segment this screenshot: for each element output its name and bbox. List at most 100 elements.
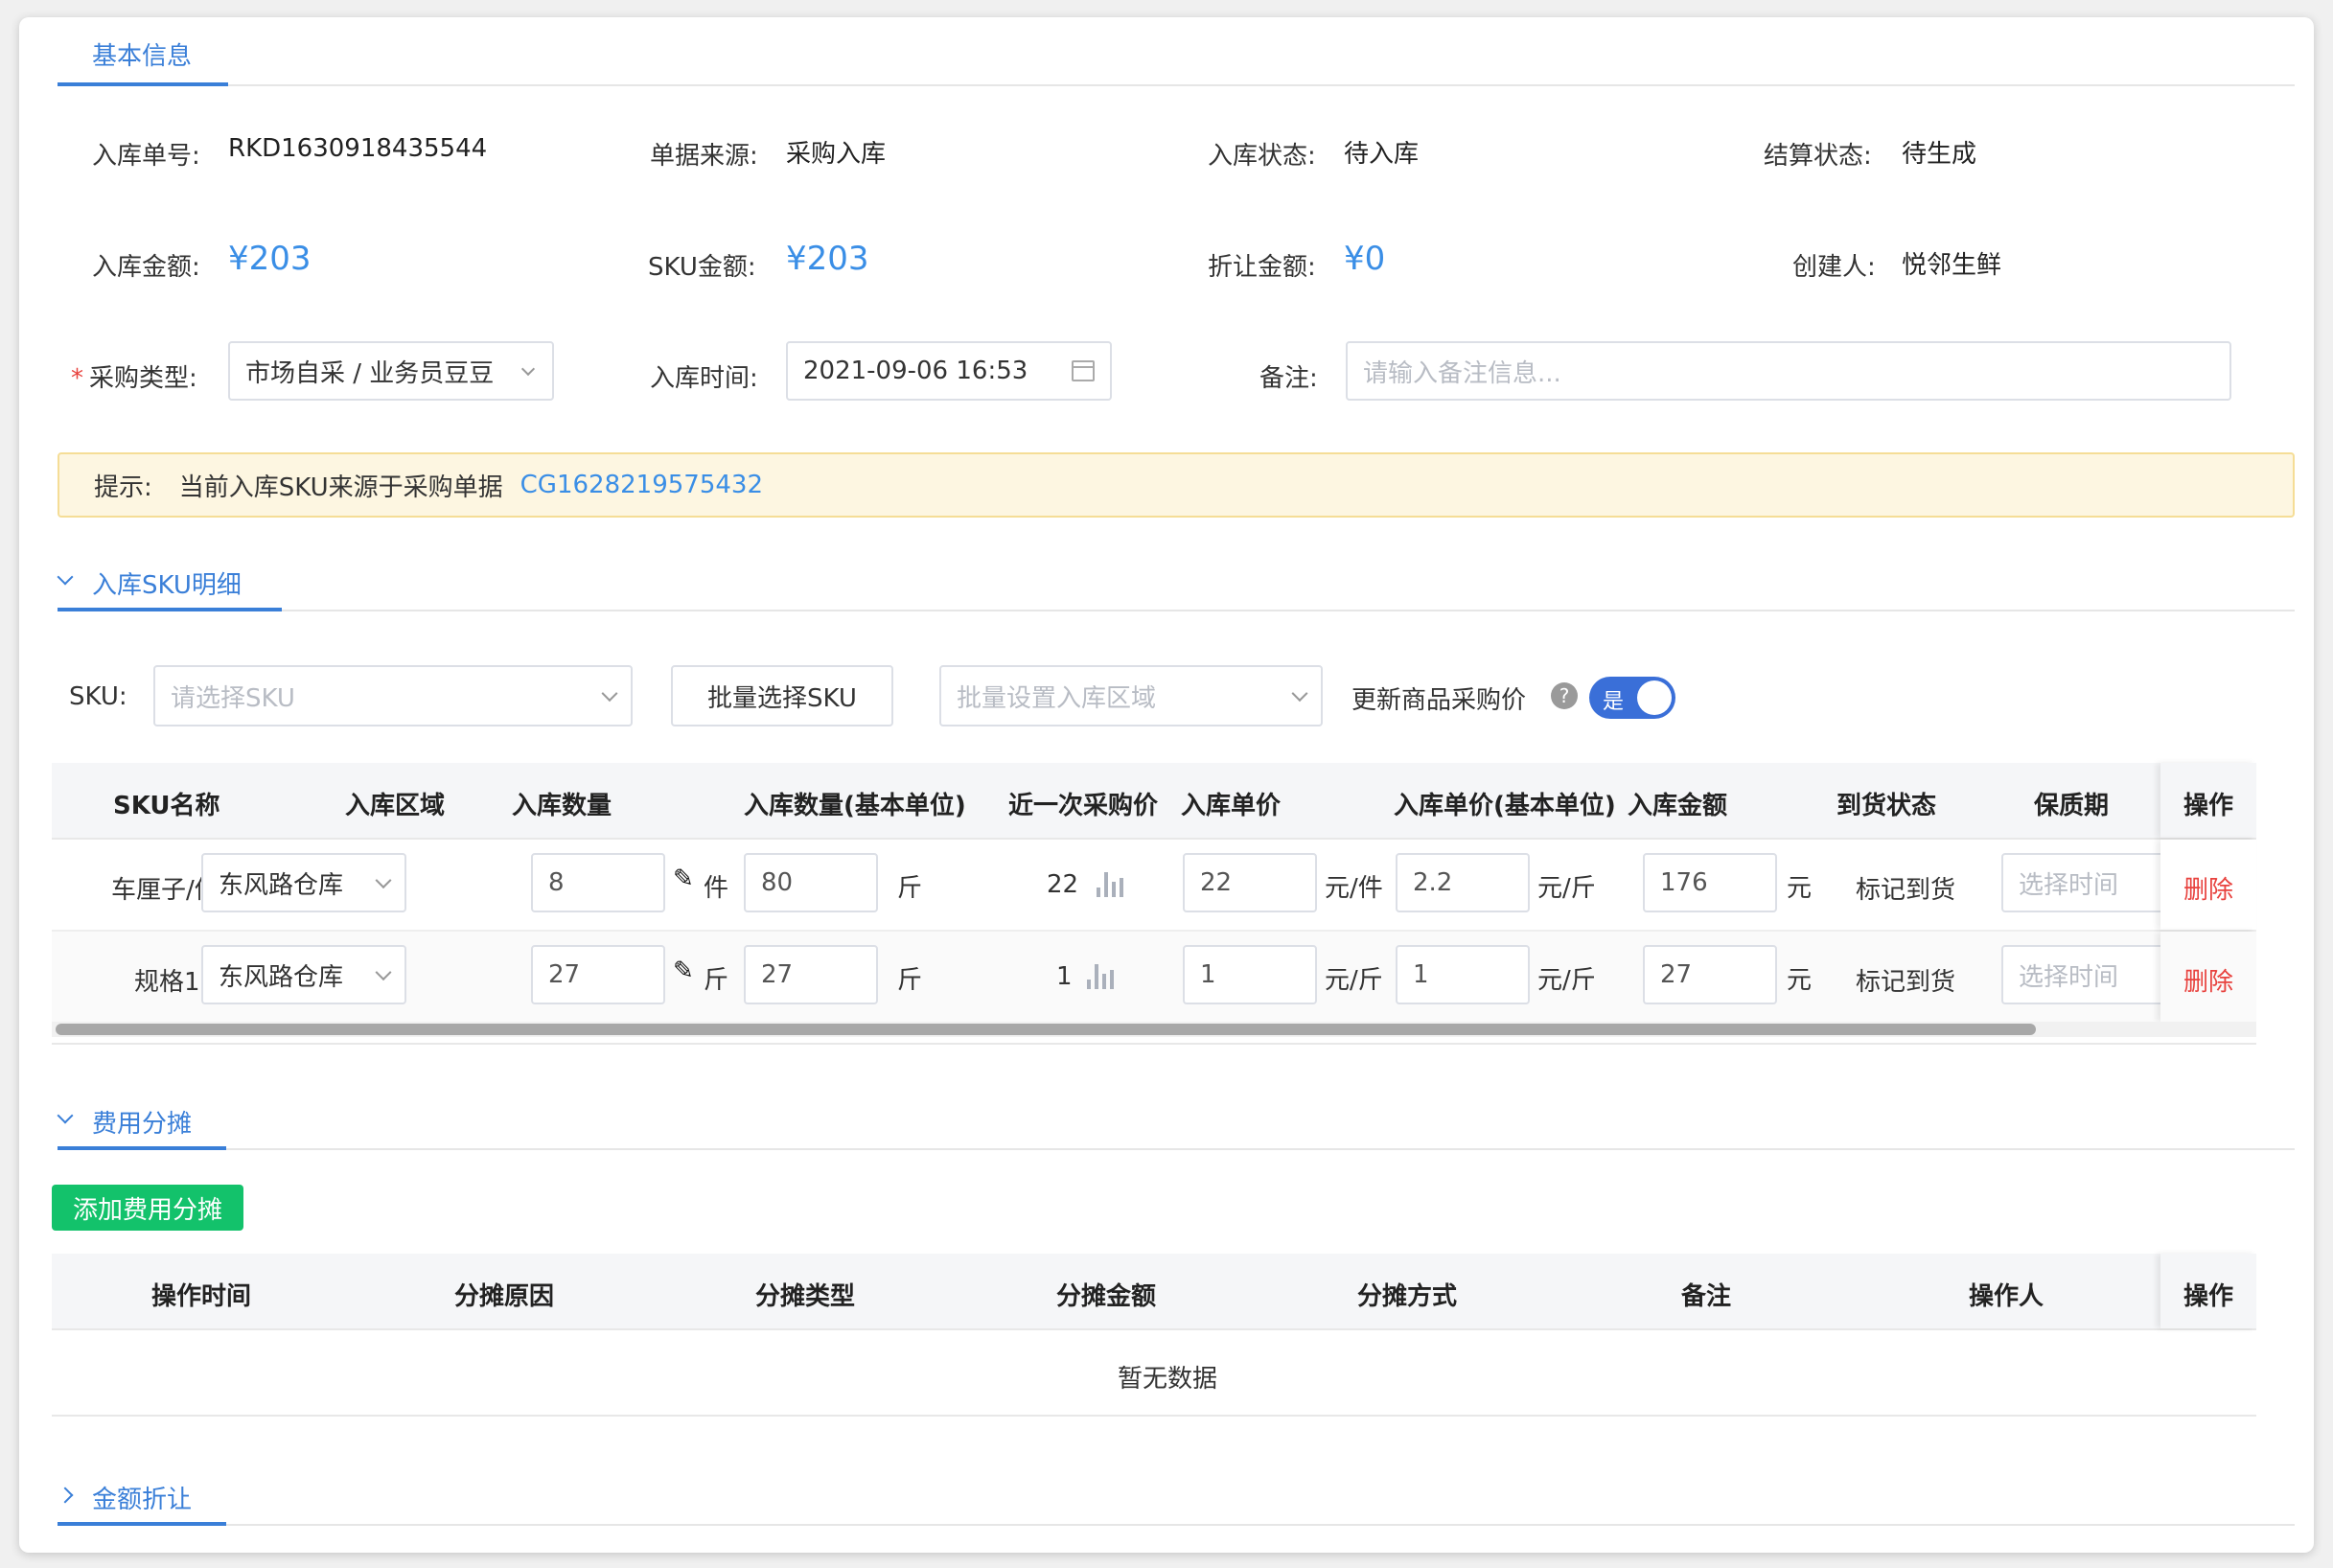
price-input[interactable]: 1 bbox=[1183, 945, 1317, 1004]
purchase-type-label: * 采购类型: bbox=[71, 364, 197, 393]
purchase-type-select[interactable]: 市场自采 / 业务员豆豆 bbox=[228, 341, 554, 401]
sku-amount-label: SKU金额: bbox=[648, 253, 756, 282]
cost-table-header: 操作时间 分摊原因 分摊类型 分摊金额 分摊方式 备注 操作人 操作 bbox=[52, 1254, 2256, 1330]
chevron-down-icon bbox=[1291, 685, 1308, 703]
col-remark: 备注 bbox=[1681, 1282, 1732, 1311]
qty-unit: 斤 bbox=[704, 966, 729, 995]
price-unit: 元/斤 bbox=[1325, 966, 1383, 995]
chevron-down-icon bbox=[57, 1107, 74, 1124]
col-op-time: 操作时间 bbox=[151, 1282, 252, 1311]
cost-section-header[interactable]: 费用分摊 bbox=[57, 1089, 2295, 1150]
qty-input[interactable]: 27 bbox=[531, 945, 665, 1004]
table-row: 规格1 东风路仓库 27 ✎ 斤 27 斤 1 1 元/斤 1 元/斤 27 元… bbox=[52, 932, 2256, 1024]
in-time-picker[interactable]: 2021-09-06 16:53 bbox=[786, 341, 1112, 401]
batch-select-sku-button[interactable]: 批量选择SKU bbox=[671, 665, 893, 726]
col-price: 入库单价 bbox=[1181, 792, 1282, 820]
col-op: 操作 bbox=[2183, 1282, 2234, 1311]
table-horizontal-scrollbar[interactable] bbox=[52, 1022, 2256, 1037]
settle-value: 待生成 bbox=[1902, 140, 1977, 169]
tab-basic-info[interactable]: 基本信息 bbox=[92, 36, 192, 72]
sku-section-header[interactable]: 入库SKU明细 bbox=[57, 550, 2295, 611]
delete-link[interactable]: 删除 bbox=[2183, 962, 2233, 998]
status-label: 入库状态: bbox=[1208, 142, 1316, 171]
amount-unit: 元 bbox=[1787, 966, 1813, 995]
cost-section-title: 费用分摊 bbox=[92, 1110, 193, 1139]
shelf-life-picker[interactable]: 选择时间 bbox=[2001, 945, 2174, 1004]
fixed-op-column: 删除 bbox=[2160, 840, 2256, 930]
base-qty-input[interactable]: 27 bbox=[744, 945, 878, 1004]
empty-table-body: 暂无数据 bbox=[52, 1330, 2256, 1417]
amount-input[interactable]: 27 bbox=[1643, 945, 1777, 1004]
col-alloc-amount: 分摊金额 bbox=[1056, 1282, 1157, 1311]
purchase-type-value: 市场自采 / 业务员豆豆 bbox=[245, 358, 495, 388]
remark-label: 备注: bbox=[1259, 364, 1318, 393]
last-price: 1 bbox=[1056, 962, 1073, 991]
area-select[interactable]: 东风路仓库 bbox=[201, 945, 406, 1004]
calendar-icon bbox=[1072, 360, 1095, 381]
amount-value: ¥203 bbox=[228, 240, 312, 278]
price-unit: 元/件 bbox=[1325, 874, 1383, 903]
amount-label: 入库金额: bbox=[92, 253, 200, 282]
base-qty-unit: 斤 bbox=[897, 874, 923, 903]
source-value: 采购入库 bbox=[786, 140, 887, 169]
settle-label: 结算状态: bbox=[1764, 142, 1872, 171]
base-qty-input[interactable]: 80 bbox=[744, 853, 878, 912]
sku-select[interactable]: 请选择SKU bbox=[153, 665, 633, 726]
discount-label: 折让金额: bbox=[1208, 253, 1316, 282]
order-no-label: 入库单号: bbox=[92, 142, 200, 171]
in-time-label: 入库时间: bbox=[650, 364, 758, 393]
required-mark: * bbox=[71, 364, 83, 393]
tip-text: 当前入库SKU来源于采购单据 bbox=[178, 473, 503, 502]
amount-unit: 元 bbox=[1787, 874, 1813, 903]
col-amount: 入库金额 bbox=[1628, 792, 1728, 820]
toggle-label: 是 bbox=[1603, 690, 1625, 714]
update-price-label: 更新商品采购价 bbox=[1351, 686, 1527, 715]
discount-section-title: 金额折让 bbox=[92, 1486, 193, 1514]
col-area: 入库区域 bbox=[345, 792, 446, 820]
col-qty: 入库数量 bbox=[512, 792, 612, 820]
qty-input[interactable]: 8 bbox=[531, 853, 665, 912]
chevron-down-icon bbox=[601, 685, 618, 703]
pencil-icon[interactable]: ✎ bbox=[673, 957, 694, 985]
base-price-input[interactable]: 1 bbox=[1396, 945, 1530, 1004]
update-price-toggle[interactable]: 是 bbox=[1589, 677, 1675, 719]
scrollbar-thumb[interactable] bbox=[56, 1024, 2036, 1035]
batch-area-placeholder: 批量设置入库区域 bbox=[957, 683, 1157, 713]
shelf-life-picker[interactable]: 选择时间 bbox=[2001, 853, 2174, 912]
amount-input[interactable]: 176 bbox=[1643, 853, 1777, 912]
base-price-unit: 元/斤 bbox=[1537, 966, 1596, 995]
discount-value: ¥0 bbox=[1344, 240, 1386, 278]
add-cost-allocation-button[interactable]: 添加费用分摊 bbox=[52, 1185, 243, 1231]
chevron-down-icon bbox=[520, 361, 536, 377]
mark-arrival-link[interactable]: 标记到货 bbox=[1856, 962, 1955, 998]
sku-section-title: 入库SKU明细 bbox=[92, 571, 242, 600]
remark-input[interactable]: 请输入备注信息... bbox=[1346, 341, 2231, 401]
mark-arrival-link[interactable]: 标记到货 bbox=[1856, 870, 1955, 906]
sku-table-header: SKU名称 入库区域 入库数量 入库数量(基本单位) 近一次采购价 入库单价 入… bbox=[52, 763, 2256, 840]
col-base-qty: 入库数量(基本单位) bbox=[744, 792, 966, 820]
price-input[interactable]: 22 bbox=[1183, 853, 1317, 912]
discount-section-header[interactable]: 金额折让 bbox=[57, 1464, 2295, 1526]
area-select[interactable]: 东风路仓库 bbox=[201, 853, 406, 912]
col-arrival: 到货状态 bbox=[1836, 792, 1937, 820]
sku-amount-value: ¥203 bbox=[786, 240, 869, 278]
price-trend-icon[interactable] bbox=[1087, 960, 1116, 989]
price-trend-icon[interactable] bbox=[1097, 868, 1125, 897]
delete-link[interactable]: 删除 bbox=[2183, 870, 2233, 906]
chevron-down-icon bbox=[375, 964, 392, 981]
order-no-value: RKD1630918435544 bbox=[228, 134, 488, 163]
col-op: 操作 bbox=[2183, 792, 2234, 820]
pencil-icon[interactable]: ✎ bbox=[673, 865, 694, 893]
batch-area-select[interactable]: 批量设置入库区域 bbox=[939, 665, 1323, 726]
area-value: 东风路仓库 bbox=[219, 870, 344, 900]
section-underline bbox=[58, 1522, 226, 1526]
base-price-input[interactable]: 2.2 bbox=[1396, 853, 1530, 912]
creator-label: 创建人: bbox=[1792, 253, 1876, 282]
chevron-down-icon bbox=[375, 872, 392, 889]
help-icon[interactable]: ? bbox=[1551, 682, 1578, 709]
source-label: 单据来源: bbox=[650, 142, 758, 171]
source-order-link[interactable]: CG1628219575432 bbox=[520, 471, 763, 499]
basic-info-tab-bar: 基本信息 bbox=[58, 17, 2295, 86]
col-sku-name: SKU名称 bbox=[113, 792, 220, 820]
fixed-op-column: 删除 bbox=[2160, 932, 2256, 1022]
